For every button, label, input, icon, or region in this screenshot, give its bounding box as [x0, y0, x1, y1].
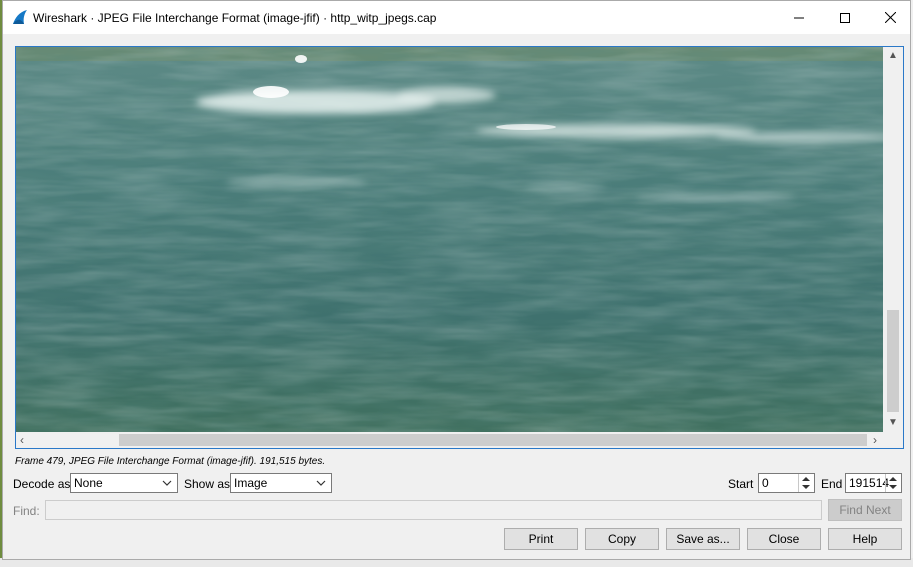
- minimize-icon: [794, 17, 804, 18]
- spin-down-icon[interactable]: [802, 485, 810, 489]
- close-window-button[interactable]: [867, 1, 913, 34]
- maximize-button[interactable]: [822, 1, 868, 34]
- close-button[interactable]: Close: [747, 528, 821, 550]
- frame-info-label: Frame 479, JPEG File Interchange Format …: [15, 456, 326, 467]
- find-next-button[interactable]: Find Next: [828, 499, 902, 521]
- title-bar[interactable]: Wireshark · JPEG File Interchange Format…: [3, 1, 910, 34]
- chevron-down-icon: [162, 480, 172, 486]
- horizontal-scroll-thumb[interactable]: [119, 434, 867, 446]
- scroll-left-icon[interactable]: ‹: [20, 434, 24, 446]
- find-input[interactable]: [45, 500, 822, 520]
- end-label: End: [821, 477, 843, 491]
- scroll-right-icon[interactable]: ›: [873, 434, 877, 446]
- end-value: 191514: [849, 476, 890, 490]
- print-button[interactable]: Print: [504, 528, 578, 550]
- window-title: Wireshark · JPEG File Interchange Format…: [33, 11, 437, 25]
- horizontal-scrollbar[interactable]: ‹ ›: [16, 432, 883, 448]
- spin-up-icon[interactable]: [889, 477, 897, 481]
- start-value: 0: [762, 476, 769, 490]
- chevron-down-icon: [316, 480, 326, 486]
- start-spinbox[interactable]: 0: [758, 473, 815, 493]
- decode-as-value: None: [74, 476, 103, 490]
- start-spin-buttons[interactable]: [798, 474, 814, 492]
- vertical-scrollbar[interactable]: ▲ ▼: [883, 47, 903, 432]
- scroll-up-icon[interactable]: ▲: [888, 51, 898, 61]
- decode-as-label: Decode as: [13, 477, 71, 491]
- spin-up-icon[interactable]: [802, 477, 810, 481]
- jpeg-preview-image: [16, 47, 883, 432]
- start-label: Start: [728, 477, 754, 491]
- spin-down-icon[interactable]: [889, 485, 897, 489]
- show-as-select[interactable]: Image: [230, 473, 332, 493]
- show-as-value: Image: [234, 476, 268, 490]
- end-spinbox[interactable]: 191514: [845, 473, 902, 493]
- minimize-button[interactable]: [776, 1, 822, 34]
- show-as-label: Show as: [184, 477, 231, 491]
- scroll-down-icon[interactable]: ▼: [888, 418, 898, 428]
- wireshark-fin-icon: [13, 10, 27, 24]
- image-viewer[interactable]: ▲ ▼ ‹ ›: [15, 46, 904, 449]
- save-as-button[interactable]: Save as...: [666, 528, 740, 550]
- close-icon: [884, 12, 896, 23]
- copy-button[interactable]: Copy: [585, 528, 659, 550]
- scrollbar-corner: [883, 432, 903, 448]
- end-spin-buttons[interactable]: [885, 474, 901, 492]
- decode-as-select[interactable]: None: [70, 473, 178, 493]
- maximize-icon: [840, 12, 850, 23]
- vertical-scroll-thumb[interactable]: [887, 310, 899, 412]
- export-object-dialog: Wireshark · JPEG File Interchange Format…: [2, 0, 911, 560]
- help-button[interactable]: Help: [828, 528, 902, 550]
- find-label: Find:: [13, 504, 40, 518]
